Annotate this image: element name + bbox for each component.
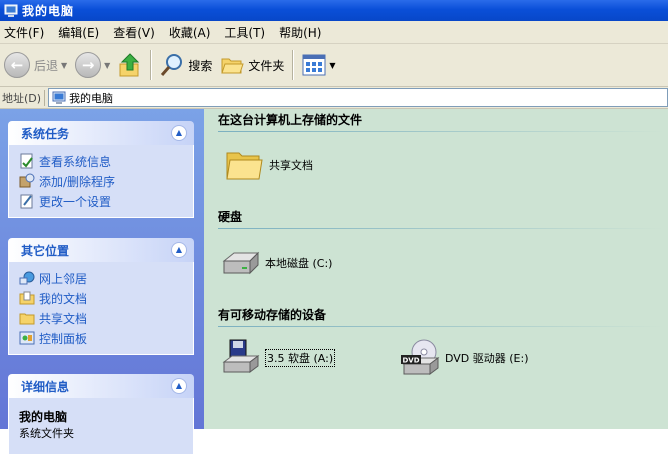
menu-view[interactable]: 查看(V) — [107, 24, 163, 41]
item-floppy-a[interactable]: 3.5 软盘 (A:) — [220, 338, 336, 378]
details-header[interactable]: 详细信息 ▲ — [8, 374, 194, 398]
forward-arrow-icon: → — [75, 52, 102, 78]
group-title: 硬盘 — [218, 210, 243, 224]
other-places-panel: 其它位置 ▲ 网上邻居 我的文档 共享文档 控制面板 — [8, 238, 194, 355]
toolbar: ← 后退 ▼ → ▼ 搜索 文件夹 ▼ — [0, 44, 668, 87]
svg-text:DVD: DVD — [402, 357, 419, 365]
item-dvd-e[interactable]: DVD DVD 驱动器 (E:) — [400, 338, 529, 378]
forward-button[interactable]: → ▼ — [71, 48, 114, 82]
documents-folder-icon — [19, 291, 35, 305]
floppy-drive-icon — [222, 339, 260, 373]
menu-help[interactable]: 帮助(H) — [273, 24, 329, 41]
title-bar: 我的电脑 — [0, 0, 668, 21]
address-bar: 地址(D) 我的电脑 — [0, 87, 668, 109]
details-title: 详细信息 — [21, 379, 70, 394]
toolbar-separator — [292, 50, 295, 80]
back-arrow-icon: ← — [4, 52, 30, 78]
group-divider — [218, 131, 664, 132]
group-divider — [218, 326, 664, 327]
system-tasks-body: 查看系统信息 添加/删除程序 更改一个设置 — [8, 145, 194, 218]
views-button[interactable]: ▼ — [298, 48, 339, 82]
item-label: DVD 驱动器 (E:) — [445, 352, 529, 365]
task-view-system-info[interactable]: 查看系统信息 — [19, 151, 193, 171]
address-label: 地址(D) — [0, 89, 46, 106]
folders-button[interactable]: 文件夹 — [216, 48, 288, 82]
item-label: 本地磁盘 (C:) — [265, 257, 333, 270]
menu-tools[interactable]: 工具(T) — [218, 24, 273, 41]
other-places-body: 网上邻居 我的文档 共享文档 控制面板 — [8, 262, 194, 355]
window-title: 我的电脑 — [22, 4, 75, 18]
group-divider — [218, 228, 664, 229]
details-name: 我的电脑 — [19, 410, 68, 424]
collapse-icon[interactable]: ▲ — [171, 378, 187, 394]
item-label: 3.5 软盘 (A:) — [265, 349, 336, 367]
task-add-remove-programs[interactable]: 添加/删除程序 — [19, 171, 193, 191]
place-label: 控制面板 — [39, 331, 88, 346]
address-input[interactable]: 我的电脑 — [48, 88, 668, 107]
up-button[interactable] — [114, 48, 146, 82]
group-hard-disks: 硬盘 — [218, 208, 664, 229]
content-area: 在这台计算机上存储的文件 共享文档 硬盘 本地磁盘 (C:) 有可移动存储的设备 — [204, 109, 668, 429]
menu-bar: 文件(F) 编辑(E) 查看(V) 收藏(A) 工具(T) 帮助(H) — [0, 21, 668, 44]
place-label: 共享文档 — [39, 311, 88, 326]
search-button[interactable]: 搜索 — [156, 48, 216, 82]
views-icon — [302, 54, 326, 76]
task-pane: 系统任务 ▲ 查看系统信息 添加/删除程序 更改一个设置 其它位置 ▲ 网上邻居… — [0, 109, 204, 455]
chevron-down-icon[interactable]: ▼ — [61, 61, 67, 70]
group-title: 有可移动存储的设备 — [218, 308, 327, 322]
settings-icon — [20, 194, 33, 209]
back-label: 后退 — [34, 58, 59, 73]
chevron-down-icon[interactable]: ▼ — [329, 61, 335, 70]
collapse-icon[interactable]: ▲ — [171, 242, 187, 258]
system-info-icon — [20, 153, 33, 169]
menu-edit[interactable]: 编辑(E) — [52, 24, 107, 41]
task-label: 查看系统信息 — [39, 154, 112, 169]
toolbar-separator — [150, 50, 153, 80]
dvd-drive-icon: DVD — [401, 339, 440, 375]
system-tasks-header[interactable]: 系统任务 ▲ — [8, 121, 194, 145]
details-body: 我的电脑 系统文件夹 — [8, 398, 194, 455]
task-label: 更改一个设置 — [39, 194, 112, 209]
up-folder-icon — [119, 53, 140, 77]
item-local-disk-c[interactable]: 本地磁盘 (C:) — [220, 243, 332, 283]
place-network[interactable]: 网上邻居 — [19, 268, 193, 288]
group-removable: 有可移动存储的设备 — [218, 306, 664, 327]
place-label: 我的文档 — [39, 291, 88, 306]
chevron-down-icon[interactable]: ▼ — [104, 61, 110, 70]
folder-icon — [19, 313, 35, 325]
menu-file[interactable]: 文件(F) — [0, 24, 52, 41]
back-button[interactable]: ← 后退 ▼ — [0, 48, 71, 82]
item-label: 共享文档 — [269, 159, 313, 172]
address-value: 我的电脑 — [69, 91, 114, 105]
computer-icon — [52, 91, 66, 104]
control-panel-icon — [19, 331, 35, 345]
place-control-panel[interactable]: 控制面板 — [19, 328, 193, 348]
search-label: 搜索 — [188, 58, 213, 73]
hard-disk-icon — [222, 251, 260, 275]
network-icon — [19, 271, 35, 285]
search-icon — [161, 54, 183, 76]
details-subtitle: 系统文件夹 — [19, 427, 74, 440]
group-stored-files: 在这台计算机上存储的文件 — [218, 111, 664, 132]
menu-favorites[interactable]: 收藏(A) — [163, 24, 219, 41]
place-label: 网上邻居 — [39, 271, 88, 286]
folder-icon — [226, 152, 263, 180]
programs-icon — [19, 173, 35, 188]
group-title: 在这台计算机上存储的文件 — [218, 113, 363, 127]
folder-icon — [221, 58, 245, 74]
task-label: 添加/删除程序 — [39, 174, 116, 189]
other-places-header[interactable]: 其它位置 ▲ — [8, 238, 194, 262]
system-tasks-panel: 系统任务 ▲ 查看系统信息 添加/删除程序 更改一个设置 — [8, 121, 194, 218]
folders-label: 文件夹 — [248, 58, 285, 73]
other-places-title: 其它位置 — [21, 243, 70, 258]
place-shared-documents[interactable]: 共享文档 — [19, 308, 193, 328]
item-shared-documents[interactable]: 共享文档 — [224, 145, 313, 185]
collapse-icon[interactable]: ▲ — [171, 125, 187, 141]
details-panel: 详细信息 ▲ 我的电脑 系统文件夹 — [8, 374, 194, 455]
place-my-documents[interactable]: 我的文档 — [19, 288, 193, 308]
system-tasks-title: 系统任务 — [21, 126, 70, 141]
computer-icon — [4, 4, 18, 17]
task-change-setting[interactable]: 更改一个设置 — [19, 191, 193, 211]
